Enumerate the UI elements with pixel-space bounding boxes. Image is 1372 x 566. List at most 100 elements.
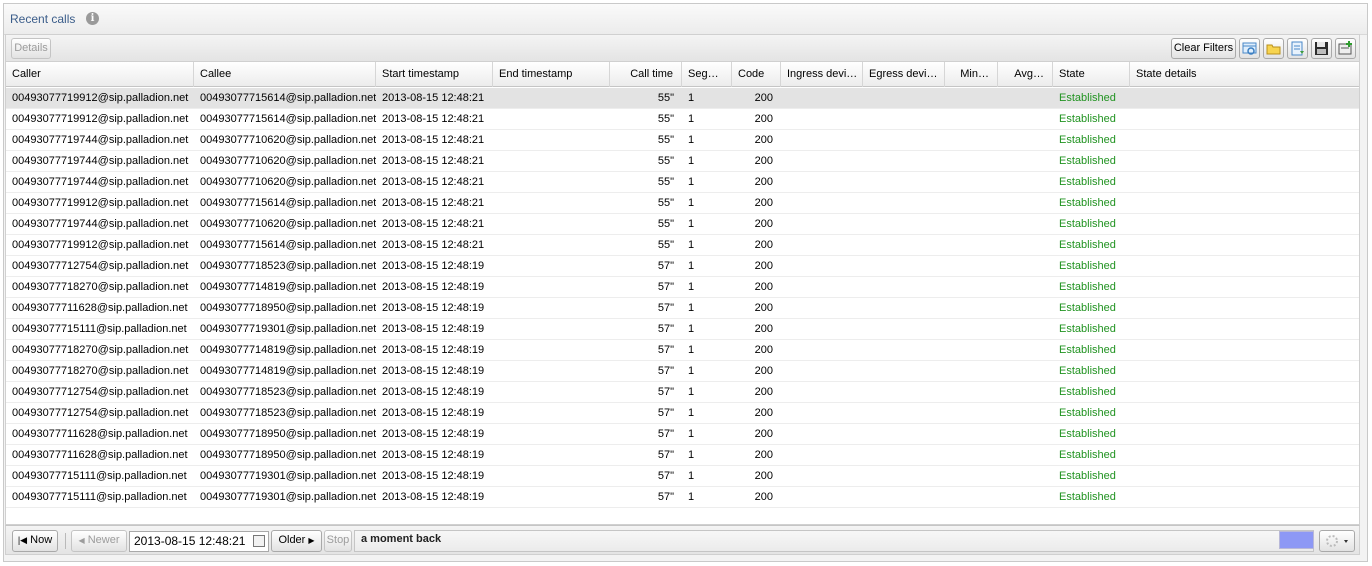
table-row[interactable]: 00493077712754@sip.palladion.net 00493077… [6, 256, 1359, 277]
cell-state-details [1130, 235, 1359, 256]
cell-ingress-device [781, 466, 863, 487]
cell-code: 200 [754, 470, 773, 482]
cell-callee: 00493077718950@sip.palladion.net [200, 428, 376, 440]
cell-state: Established [1059, 470, 1116, 482]
cell-callee: 00493077714819@sip.palladion.net [200, 365, 376, 377]
table-row[interactable]: 00493077719744@sip.palladion.net 00493077… [6, 130, 1359, 151]
cell-segments: 1 [688, 323, 695, 335]
column-header-egress-device[interactable]: Egress devi… [863, 62, 945, 87]
cell-callee: 00493077715614@sip.palladion.net [200, 239, 376, 251]
cell-ingress-device [781, 151, 863, 172]
pager-toolbar: |◀ Now ◀ Newer 2013-08-15 12:48:21 Older… [5, 525, 1360, 555]
cell-call-time: 57" [657, 491, 674, 503]
table-row[interactable]: 00493077719744@sip.palladion.net 00493077… [6, 172, 1359, 193]
table-row[interactable]: 00493077719744@sip.palladion.net 00493077… [6, 214, 1359, 235]
cell-end-timestamp [493, 256, 610, 277]
stop-button[interactable]: Stop [324, 530, 352, 552]
cell-egress-device [863, 277, 945, 298]
cell-min [945, 298, 998, 319]
cell-egress-device [863, 88, 945, 109]
cell-ingress-device [781, 340, 863, 361]
cell-avg [998, 214, 1053, 235]
table-row[interactable]: 00493077711628@sip.palladion.net 00493077… [6, 445, 1359, 466]
progress-bar [1279, 531, 1314, 549]
cell-segments: 1 [688, 155, 695, 167]
add-filter-icon[interactable] [1335, 38, 1356, 59]
table-row[interactable]: 00493077715111@sip.palladion.net 00493077… [6, 487, 1359, 508]
date-field[interactable]: 2013-08-15 12:48:21 [129, 531, 269, 552]
cell-ingress-device [781, 298, 863, 319]
cell-caller: 00493077711628@sip.palladion.net [12, 428, 188, 440]
table-row[interactable]: 00493077719912@sip.palladion.net 00493077… [6, 88, 1359, 109]
column-header-min[interactable]: Min… [945, 62, 998, 87]
cell-code: 200 [754, 239, 773, 251]
cell-end-timestamp [493, 319, 610, 340]
cell-end-timestamp [493, 130, 610, 151]
auto-refresh-button[interactable] [1319, 530, 1355, 552]
table-row[interactable]: 00493077715111@sip.palladion.net 00493077… [6, 466, 1359, 487]
column-header-call-time[interactable]: Call time [610, 62, 682, 87]
calendar-icon[interactable] [253, 535, 265, 547]
cell-segments: 1 [688, 491, 695, 503]
cell-segments: 1 [688, 344, 695, 356]
cell-start-timestamp: 2013-08-15 12:48:19 [382, 470, 485, 482]
cell-state: Established [1059, 197, 1116, 209]
table-row[interactable]: 00493077719912@sip.palladion.net 00493077… [6, 109, 1359, 130]
cell-code: 200 [754, 197, 773, 209]
cell-segments: 1 [688, 197, 695, 209]
column-header-code[interactable]: Code [732, 62, 781, 87]
now-label: Now [30, 534, 53, 546]
older-button[interactable]: Older ▶ [271, 530, 322, 552]
cell-egress-device [863, 151, 945, 172]
cell-avg [998, 361, 1053, 382]
cell-end-timestamp [493, 298, 610, 319]
column-header-state[interactable]: State [1053, 62, 1130, 87]
column-header-callee[interactable]: Callee [194, 62, 376, 87]
cell-start-timestamp: 2013-08-15 12:48:21 [382, 218, 485, 230]
table-row[interactable]: 00493077718270@sip.palladion.net 00493077… [6, 340, 1359, 361]
table-row[interactable]: 00493077715111@sip.palladion.net 00493077… [6, 319, 1359, 340]
table-row[interactable]: 00493077711628@sip.palladion.net 00493077… [6, 298, 1359, 319]
clear-filters-button[interactable]: Clear Filters [1171, 38, 1236, 59]
column-header-state-details[interactable]: State details [1130, 62, 1359, 87]
cell-end-timestamp [493, 172, 610, 193]
column-header-start-timestamp[interactable]: Start timestamp [376, 62, 493, 87]
column-header-ingress-device[interactable]: Ingress devi… [781, 62, 863, 87]
info-icon[interactable]: i [86, 12, 99, 25]
table-row[interactable]: 00493077719912@sip.palladion.net 00493077… [6, 193, 1359, 214]
cell-caller: 00493077715111@sip.palladion.net [12, 323, 187, 335]
column-header-caller[interactable]: Caller [6, 62, 194, 87]
table-row[interactable]: 00493077718270@sip.palladion.net 00493077… [6, 277, 1359, 298]
table-row[interactable]: 00493077719744@sip.palladion.net 00493077… [6, 151, 1359, 172]
cell-min [945, 403, 998, 424]
table-row[interactable]: 00493077712754@sip.palladion.net 00493077… [6, 403, 1359, 424]
save-disk-icon[interactable] [1311, 38, 1332, 59]
table-row[interactable]: 00493077719912@sip.palladion.net 00493077… [6, 235, 1359, 256]
refresh-columns-icon[interactable] [1239, 38, 1260, 59]
column-header-end-timestamp[interactable]: End timestamp [493, 62, 610, 87]
cell-callee: 00493077715614@sip.palladion.net [200, 197, 376, 209]
column-header-segments[interactable]: Seg… [682, 62, 732, 87]
cell-state-details [1130, 487, 1359, 508]
cell-egress-device [863, 256, 945, 277]
cell-segments: 1 [688, 218, 695, 230]
cell-end-timestamp [493, 277, 610, 298]
now-button[interactable]: |◀ Now [12, 530, 58, 552]
cell-state-details [1130, 466, 1359, 487]
table-row[interactable]: 00493077718270@sip.palladion.net 00493077… [6, 361, 1359, 382]
newer-button[interactable]: ◀ Newer [71, 530, 127, 552]
cell-callee: 00493077718523@sip.palladion.net [200, 386, 376, 398]
table-row[interactable]: 00493077712754@sip.palladion.net 00493077… [6, 382, 1359, 403]
cell-min [945, 382, 998, 403]
column-header-avg[interactable]: Avg… [998, 62, 1053, 87]
cell-avg [998, 151, 1053, 172]
cell-avg [998, 88, 1053, 109]
table-row[interactable]: 00493077711628@sip.palladion.net 00493077… [6, 424, 1359, 445]
open-folder-icon[interactable] [1263, 38, 1284, 59]
cell-segments: 1 [688, 134, 695, 146]
export-icon[interactable] [1287, 38, 1308, 59]
cell-start-timestamp: 2013-08-15 12:48:19 [382, 302, 485, 314]
cell-caller: 00493077712754@sip.palladion.net [12, 386, 189, 398]
cell-call-time: 57" [657, 260, 674, 272]
details-button[interactable]: Details [11, 38, 51, 59]
